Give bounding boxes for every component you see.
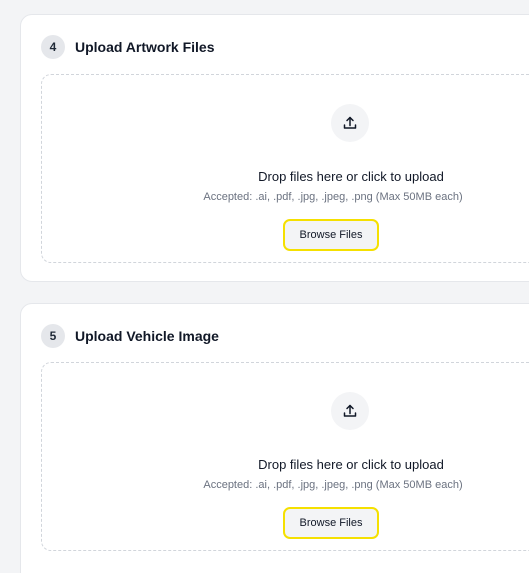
upload-page: 4 Upload Artwork Files Drop files here o…: [0, 0, 529, 573]
artwork-dropzone[interactable]: Drop files here or click to upload Accep…: [41, 74, 529, 263]
upload-icon: [331, 104, 369, 142]
step-badge: 5: [41, 324, 65, 348]
section-header: 4 Upload Artwork Files: [41, 35, 215, 59]
vehicle-image-upload-card: 5 Upload Vehicle Image Drop files here o…: [20, 303, 529, 573]
browse-files-button[interactable]: Browse Files: [283, 219, 379, 251]
accepted-formats-text: Accepted: .ai, .pdf, .jpg, .jpeg, .png (…: [203, 479, 463, 491]
step-badge: 4: [41, 35, 65, 59]
accepted-formats-text: Accepted: .ai, .pdf, .jpg, .jpeg, .png (…: [203, 191, 463, 203]
upload-icon: [331, 392, 369, 430]
section-title: Upload Artwork Files: [75, 39, 215, 55]
browse-files-button[interactable]: Browse Files: [283, 507, 379, 539]
dropzone-title: Drop files here or click to upload: [258, 169, 444, 184]
artwork-upload-card: 4 Upload Artwork Files Drop files here o…: [20, 14, 529, 282]
section-header: 5 Upload Vehicle Image: [41, 324, 219, 348]
dropzone-title: Drop files here or click to upload: [258, 457, 444, 472]
vehicle-image-dropzone[interactable]: Drop files here or click to upload Accep…: [41, 362, 529, 551]
section-title: Upload Vehicle Image: [75, 328, 219, 344]
